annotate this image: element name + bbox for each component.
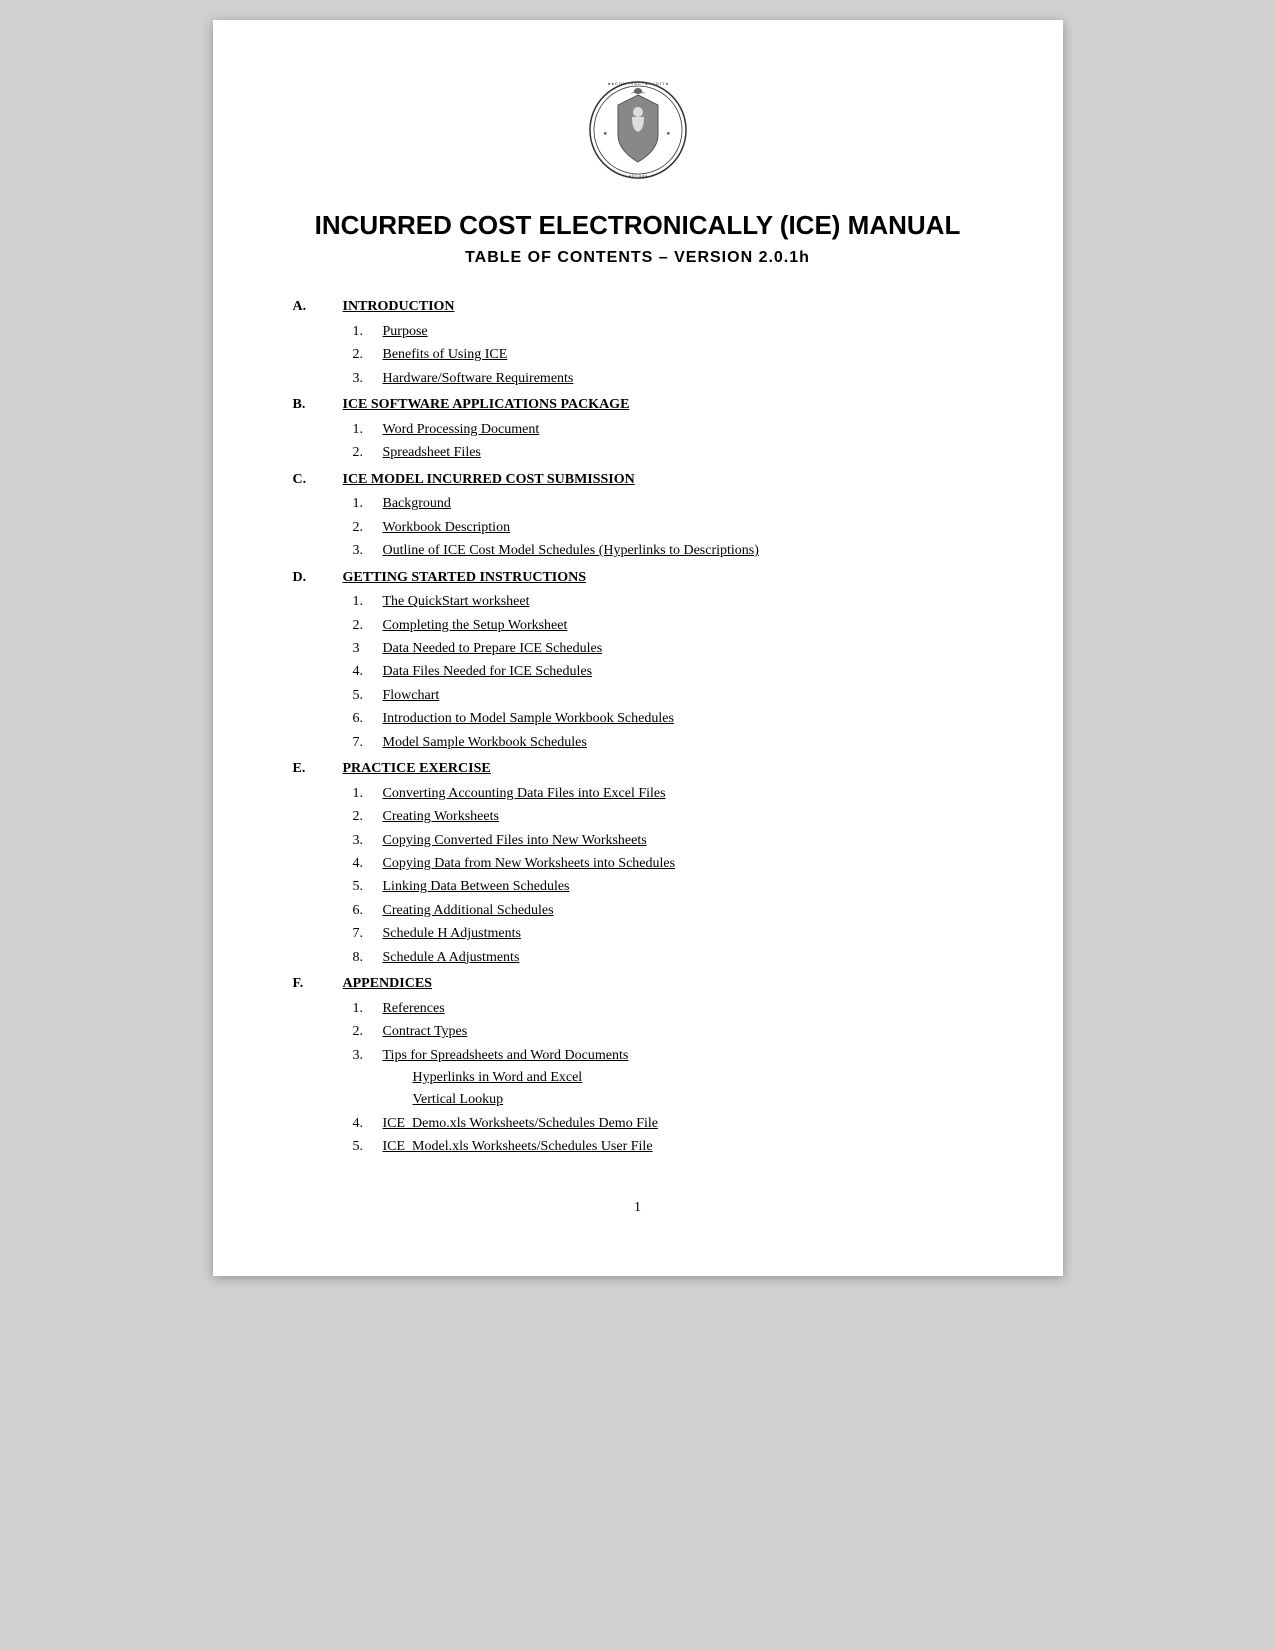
seal-logo: ● ● C O N T R A C T ● A U D I T ● ● D C … bbox=[588, 80, 688, 180]
section-e-title: PRACTICE EXERCISE bbox=[343, 757, 983, 781]
section-b-letter: B. bbox=[293, 393, 343, 466]
list-item: 3. Hardware/Software Requirements bbox=[353, 368, 983, 390]
page-number: 1 bbox=[293, 1200, 983, 1216]
list-item: 2. Contract Types bbox=[353, 1021, 983, 1043]
section-c: C. ICE MODEL INCURRED COST SUBMISSION 1.… bbox=[293, 468, 983, 564]
section-b-items: 1. Word Processing Document 2. Spreadshe… bbox=[353, 419, 983, 465]
list-item: 1. Word Processing Document bbox=[353, 419, 983, 441]
section-a-items: 1. Purpose 2. Benefits of Using ICE 3. H… bbox=[353, 321, 983, 390]
logo-container: ● ● C O N T R A C T ● A U D I T ● ● D C … bbox=[293, 80, 983, 180]
list-item: 7. Schedule H Adjustments bbox=[353, 923, 983, 945]
section-d: D. GETTING STARTED INSTRUCTIONS 1. The Q… bbox=[293, 566, 983, 756]
appendix-3-sub1[interactable]: Hyperlinks in Word and Excel bbox=[413, 1067, 983, 1089]
list-item: 2. Workbook Description bbox=[353, 517, 983, 539]
section-a-content: INTRODUCTION 1. Purpose 2. Benefits of U… bbox=[343, 295, 983, 391]
list-item: 1. Converting Accounting Data Files into… bbox=[353, 783, 983, 805]
appendix-3-sub2[interactable]: Vertical Lookup bbox=[413, 1089, 983, 1111]
section-a: A. INTRODUCTION 1. Purpose 2. Benefits o… bbox=[293, 295, 983, 391]
section-d-content: GETTING STARTED INSTRUCTIONS 1. The Quic… bbox=[343, 566, 983, 756]
svg-text:★: ★ bbox=[666, 131, 671, 137]
main-title: INCURRED COST ELECTRONICALLY (ICE) MANUA… bbox=[293, 210, 983, 241]
list-item: 1. The QuickStart worksheet bbox=[353, 591, 983, 613]
section-c-letter: C. bbox=[293, 468, 343, 564]
list-item: 2. Completing the Setup Worksheet bbox=[353, 615, 983, 637]
list-item: 2. Benefits of Using ICE bbox=[353, 344, 983, 366]
list-item: 6. Introduction to Model Sample Workbook… bbox=[353, 708, 983, 730]
list-item: 5. Flowchart bbox=[353, 685, 983, 707]
list-item: 7. Model Sample Workbook Schedules bbox=[353, 732, 983, 754]
list-item: 6. Creating Additional Schedules bbox=[353, 900, 983, 922]
list-item: 3. Copying Converted Files into New Work… bbox=[353, 830, 983, 852]
list-item: 2. Creating Worksheets bbox=[353, 806, 983, 828]
section-e: E. PRACTICE EXERCISE 1. Converting Accou… bbox=[293, 757, 983, 970]
list-item: 4. ICE_Demo.xls Worksheets/Schedules Dem… bbox=[353, 1113, 983, 1135]
section-b: B. ICE SOFTWARE APPLICATIONS PACKAGE 1. … bbox=[293, 393, 983, 466]
list-item: 4. Copying Data from New Worksheets into… bbox=[353, 853, 983, 875]
section-c-content: ICE MODEL INCURRED COST SUBMISSION 1. Ba… bbox=[343, 468, 983, 564]
svg-text:★: ★ bbox=[603, 131, 608, 137]
table-of-contents: A. INTRODUCTION 1. Purpose 2. Benefits o… bbox=[293, 295, 983, 1160]
section-f-items: 1. References 2. Contract Types 3. Tips … bbox=[353, 998, 983, 1159]
section-b-title: ICE SOFTWARE APPLICATIONS PACKAGE bbox=[343, 393, 983, 417]
section-c-items: 1. Background 2. Workbook Description 3.… bbox=[353, 493, 983, 562]
list-item: 3 Data Needed to Prepare ICE Schedules bbox=[353, 638, 983, 660]
section-e-letter: E. bbox=[293, 757, 343, 970]
section-d-title: GETTING STARTED INSTRUCTIONS bbox=[343, 566, 983, 590]
section-d-items: 1. The QuickStart worksheet 2. Completin… bbox=[353, 591, 983, 754]
subtitle: TABLE OF CONTENTS – VERSION 2.0.1h bbox=[293, 249, 983, 267]
list-item: 5. ICE_Model.xls Worksheets/Schedules Us… bbox=[353, 1136, 983, 1158]
section-c-title: ICE MODEL INCURRED COST SUBMISSION bbox=[343, 468, 983, 492]
list-item: 1. Background bbox=[353, 493, 983, 515]
section-e-content: PRACTICE EXERCISE 1. Converting Accounti… bbox=[343, 757, 983, 970]
section-f: F. APPENDICES 1. References 2. Contract … bbox=[293, 972, 983, 1160]
page: ● ● C O N T R A C T ● A U D I T ● ● D C … bbox=[213, 20, 1063, 1276]
list-item: 3. Tips for Spreadsheets and Word Docume… bbox=[353, 1045, 983, 1112]
list-item: 2. Spreadsheet Files bbox=[353, 442, 983, 464]
section-f-title: APPENDICES bbox=[343, 972, 983, 996]
section-b-content: ICE SOFTWARE APPLICATIONS PACKAGE 1. Wor… bbox=[343, 393, 983, 466]
svg-text:● ● C O N T R A C T ● A U D I: ● ● C O N T R A C T ● A U D I T ● bbox=[607, 81, 668, 86]
section-e-items: 1. Converting Accounting Data Files into… bbox=[353, 783, 983, 969]
list-item: 4. Data Files Needed for ICE Schedules bbox=[353, 661, 983, 683]
list-item: 1. Purpose bbox=[353, 321, 983, 343]
section-f-content: APPENDICES 1. References 2. Contract Typ… bbox=[343, 972, 983, 1160]
section-d-letter: D. bbox=[293, 566, 343, 756]
svg-text:● D C A A ●: ● D C A A ● bbox=[628, 174, 646, 178]
section-f-letter: F. bbox=[293, 972, 343, 1160]
section-a-title: INTRODUCTION bbox=[343, 295, 983, 319]
section-a-letter: A. bbox=[293, 295, 343, 391]
list-item: 8. Schedule A Adjustments bbox=[353, 947, 983, 969]
list-item: 1. References bbox=[353, 998, 983, 1020]
list-item: 3. Outline of ICE Cost Model Schedules (… bbox=[353, 540, 983, 562]
appendix-3-text[interactable]: Tips for Spreadsheets and Word Documents bbox=[383, 1048, 629, 1063]
list-item: 5. Linking Data Between Schedules bbox=[353, 876, 983, 898]
